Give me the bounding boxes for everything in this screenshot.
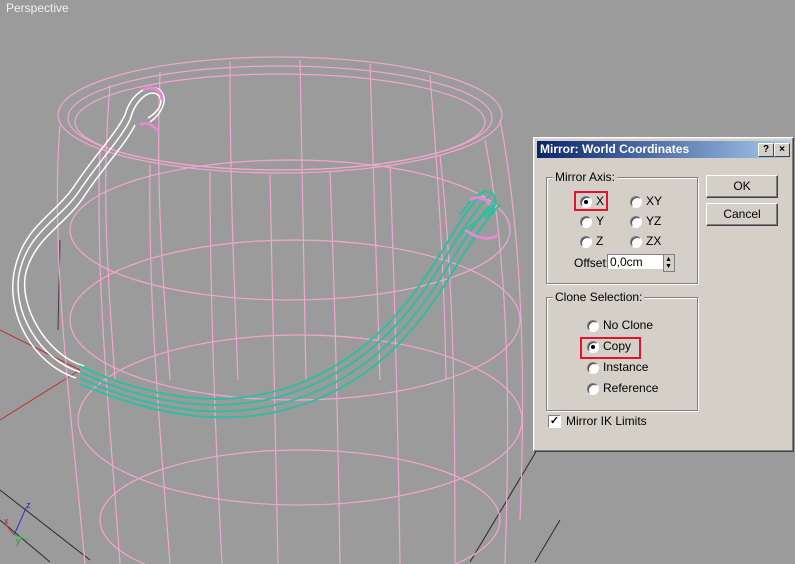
mirror-axis-title: Mirror Axis: <box>553 170 617 184</box>
radio-dot <box>630 196 642 208</box>
dialog-titlebar[interactable]: Mirror: World Coordinates ? × <box>537 141 790 158</box>
radio-label: ZX <box>646 234 662 248</box>
axis-tripod-lines <box>5 507 29 541</box>
radio-label: YZ <box>646 214 662 228</box>
offset-spinner[interactable]: ▲ ▼ <box>663 254 675 272</box>
ok-button[interactable]: OK <box>706 175 778 198</box>
radio-label: Instance <box>603 360 649 374</box>
handle-right-teal <box>79 189 501 419</box>
mirror-dialog: Mirror: World Coordinates ? × Mirror Axi… <box>533 137 794 452</box>
handle-left-white <box>12 86 165 379</box>
radio-label: Y <box>596 214 605 228</box>
spinner-up-icon[interactable]: ▲ <box>665 256 672 263</box>
bucket-wireframe <box>56 56 524 564</box>
radio-dot <box>580 196 592 208</box>
radio-label: Copy <box>603 339 632 353</box>
close-button[interactable]: × <box>774 143 790 157</box>
radio-dot <box>630 216 642 228</box>
cancel-button[interactable]: Cancel <box>706 203 778 226</box>
radio-dot <box>580 236 592 248</box>
radio-label: Reference <box>603 381 659 395</box>
axis-x-label: x <box>4 516 9 526</box>
radio-dot <box>630 236 642 248</box>
axis-y-label: y <box>16 536 21 546</box>
dialog-title: Mirror: World Coordinates <box>540 142 690 156</box>
clone-selection-title: Clone Selection: <box>553 290 645 304</box>
spinner-down-icon[interactable]: ▼ <box>665 263 672 270</box>
mirror-ik-label: Mirror IK Limits <box>566 414 647 428</box>
offset-label: Offset: <box>574 256 610 270</box>
radio-dot <box>587 320 599 332</box>
radio-dot <box>587 362 599 374</box>
radio-label: XY <box>646 194 663 208</box>
radio-dot <box>587 341 599 353</box>
radio-label: Z <box>596 234 604 248</box>
ground-grid <box>0 444 561 563</box>
axis-tripod-gizmo: z x y <box>4 500 40 550</box>
mirror-ik-checkbox[interactable]: ✓ <box>548 415 561 428</box>
radio-dot <box>580 216 592 228</box>
radio-dot <box>587 383 599 395</box>
clone-selection-group: Clone Selection: No Clone Copy Instance … <box>546 290 698 411</box>
offset-input[interactable]: 0,0cm <box>607 254 665 269</box>
radio-label: X <box>596 194 605 208</box>
axis-z-label: z <box>26 500 31 510</box>
radio-label: No Clone <box>603 318 654 332</box>
help-button[interactable]: ? <box>758 143 774 157</box>
viewport-label[interactable]: Perspective <box>6 1 69 15</box>
